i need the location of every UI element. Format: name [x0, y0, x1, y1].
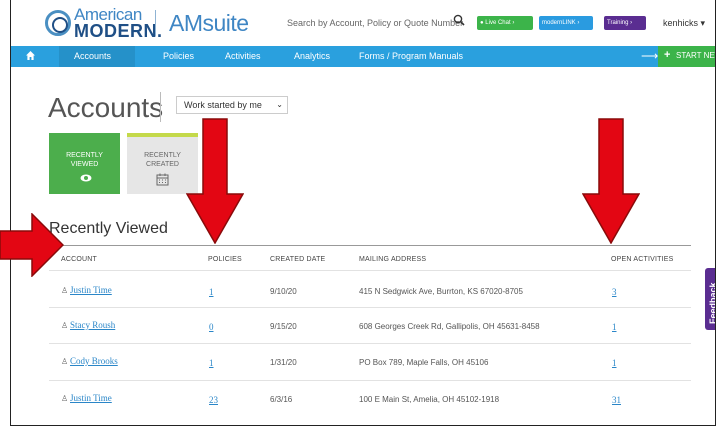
eye-icon: [80, 174, 92, 182]
person-icon: ♙: [61, 321, 69, 330]
top-header: American MODERN. AMsuite Search by Accou…: [11, 0, 715, 46]
mailing-address: 100 E Main St, Amelia, OH 45102-1918: [359, 395, 500, 404]
created-date: 9/15/20: [270, 322, 297, 331]
work-filter-value: Work started by me: [184, 100, 262, 110]
user-menu[interactable]: kenhicks ▾: [663, 18, 705, 29]
person-icon: ♙: [61, 394, 69, 403]
user-name: kenhicks: [663, 18, 699, 28]
row-divider: [49, 343, 691, 344]
modernlink-button[interactable]: modernLINK ›: [539, 16, 593, 30]
chevron-right-icon: ›: [577, 20, 580, 26]
person-icon: ♙: [61, 357, 69, 366]
row-divider: [49, 307, 691, 308]
search-input[interactable]: Search by Account, Policy or Quote Numbe…: [287, 18, 463, 28]
created-date: 6/3/16: [270, 395, 293, 404]
plus-icon: +: [664, 49, 671, 61]
annotation-arrow-down-policies: [186, 118, 244, 244]
column-header-created-date[interactable]: CREATED DATE: [270, 256, 325, 263]
main-nav: Accounts Policies Activities Analytics F…: [11, 46, 715, 67]
annotation-arrow-right-account: [0, 213, 64, 277]
column-header-mailing-address[interactable]: MAILING ADDRESS: [359, 256, 426, 263]
row-divider: [49, 380, 691, 381]
long-arrow-right-icon: ⟶: [641, 49, 659, 63]
title-divider: [160, 92, 161, 122]
open-activities-link[interactable]: 3: [612, 287, 617, 297]
home-icon[interactable]: [25, 50, 36, 61]
mailing-address: 608 Georges Creek Rd, Gallipolis, OH 456…: [359, 322, 540, 331]
person-icon: ♙: [61, 286, 69, 295]
page-title: Accounts: [48, 92, 164, 123]
created-date: 9/10/20: [270, 287, 297, 296]
recently-viewed-tile[interactable]: RECENTLY VIEWED: [49, 133, 120, 194]
policies-count-link[interactable]: 1: [209, 287, 214, 297]
column-header-open-activities[interactable]: OPEN ACTIVITIES: [611, 256, 674, 263]
table-header-rule: [49, 245, 691, 246]
mailing-address: PO Box 789, Maple Falls, OH 45106: [359, 358, 489, 367]
modernlink-label: modernLINK: [542, 20, 576, 26]
start-new-quote-label: START NEW QUOTE: [676, 51, 715, 60]
account-link[interactable]: Justin Time: [70, 393, 112, 403]
account-link[interactable]: Stacy Roush: [70, 320, 115, 330]
caret-down-icon: ▾: [700, 18, 706, 28]
policies-count-link[interactable]: 1: [209, 358, 214, 368]
chevron-right-icon: ›: [512, 20, 515, 26]
account-link[interactable]: Justin Time: [70, 285, 112, 295]
training-button[interactable]: Training ›: [604, 16, 646, 30]
policies-count-link[interactable]: 0: [209, 322, 214, 332]
app-name[interactable]: AMsuite: [169, 10, 249, 37]
chat-icon: ●: [480, 20, 484, 26]
account-link[interactable]: Cody Brooks: [70, 356, 118, 366]
tile-label-line2: VIEWED: [70, 161, 99, 168]
column-header-policies[interactable]: POLICIES: [208, 256, 242, 263]
nav-tab-policies[interactable]: Policies: [163, 51, 194, 61]
row-divider: [49, 270, 691, 271]
work-filter-select[interactable]: Work started by me ⌄: [176, 96, 288, 114]
live-chat-label: Live Chat: [485, 20, 511, 26]
search-icon[interactable]: [453, 14, 465, 26]
company-logo[interactable]: American MODERN.: [74, 6, 163, 40]
chevron-right-icon: ›: [630, 20, 633, 26]
logo-divider: [155, 10, 156, 36]
created-date: 1/31/20: [270, 358, 297, 367]
nav-tab-analytics[interactable]: Analytics: [294, 51, 330, 61]
open-activities-link[interactable]: 31: [612, 395, 621, 405]
column-header-account[interactable]: ACCOUNT: [61, 256, 97, 263]
logo-line-2: MODERN.: [74, 21, 163, 41]
mailing-address: 415 N Sedgwick Ave, Burrton, KS 67020-87…: [359, 287, 523, 296]
live-chat-button[interactable]: ● Live Chat ›: [477, 16, 533, 30]
american-modern-logo-icon: [45, 10, 71, 36]
open-activities-link[interactable]: 1: [612, 322, 617, 332]
chevron-down-icon: ⌄: [276, 100, 283, 109]
calendar-icon: [156, 173, 169, 186]
start-new-quote-button[interactable]: + START NEW QUOTE: [658, 46, 715, 67]
feedback-label: Feedback: [708, 282, 716, 324]
annotation-arrow-down-activities: [582, 118, 640, 244]
feedback-tab[interactable]: Feedback: [705, 268, 716, 330]
training-label: Training: [607, 20, 629, 26]
policies-count-link[interactable]: 23: [209, 395, 218, 405]
nav-tab-accounts[interactable]: Accounts: [74, 51, 111, 61]
nav-tab-activities[interactable]: Activities: [225, 51, 261, 61]
section-title: Recently Viewed: [49, 220, 168, 237]
open-activities-link[interactable]: 1: [612, 358, 617, 368]
tile-label-line1: RECENTLY: [66, 152, 103, 159]
nav-tab-forms[interactable]: Forms / Program Manuals: [359, 51, 463, 61]
